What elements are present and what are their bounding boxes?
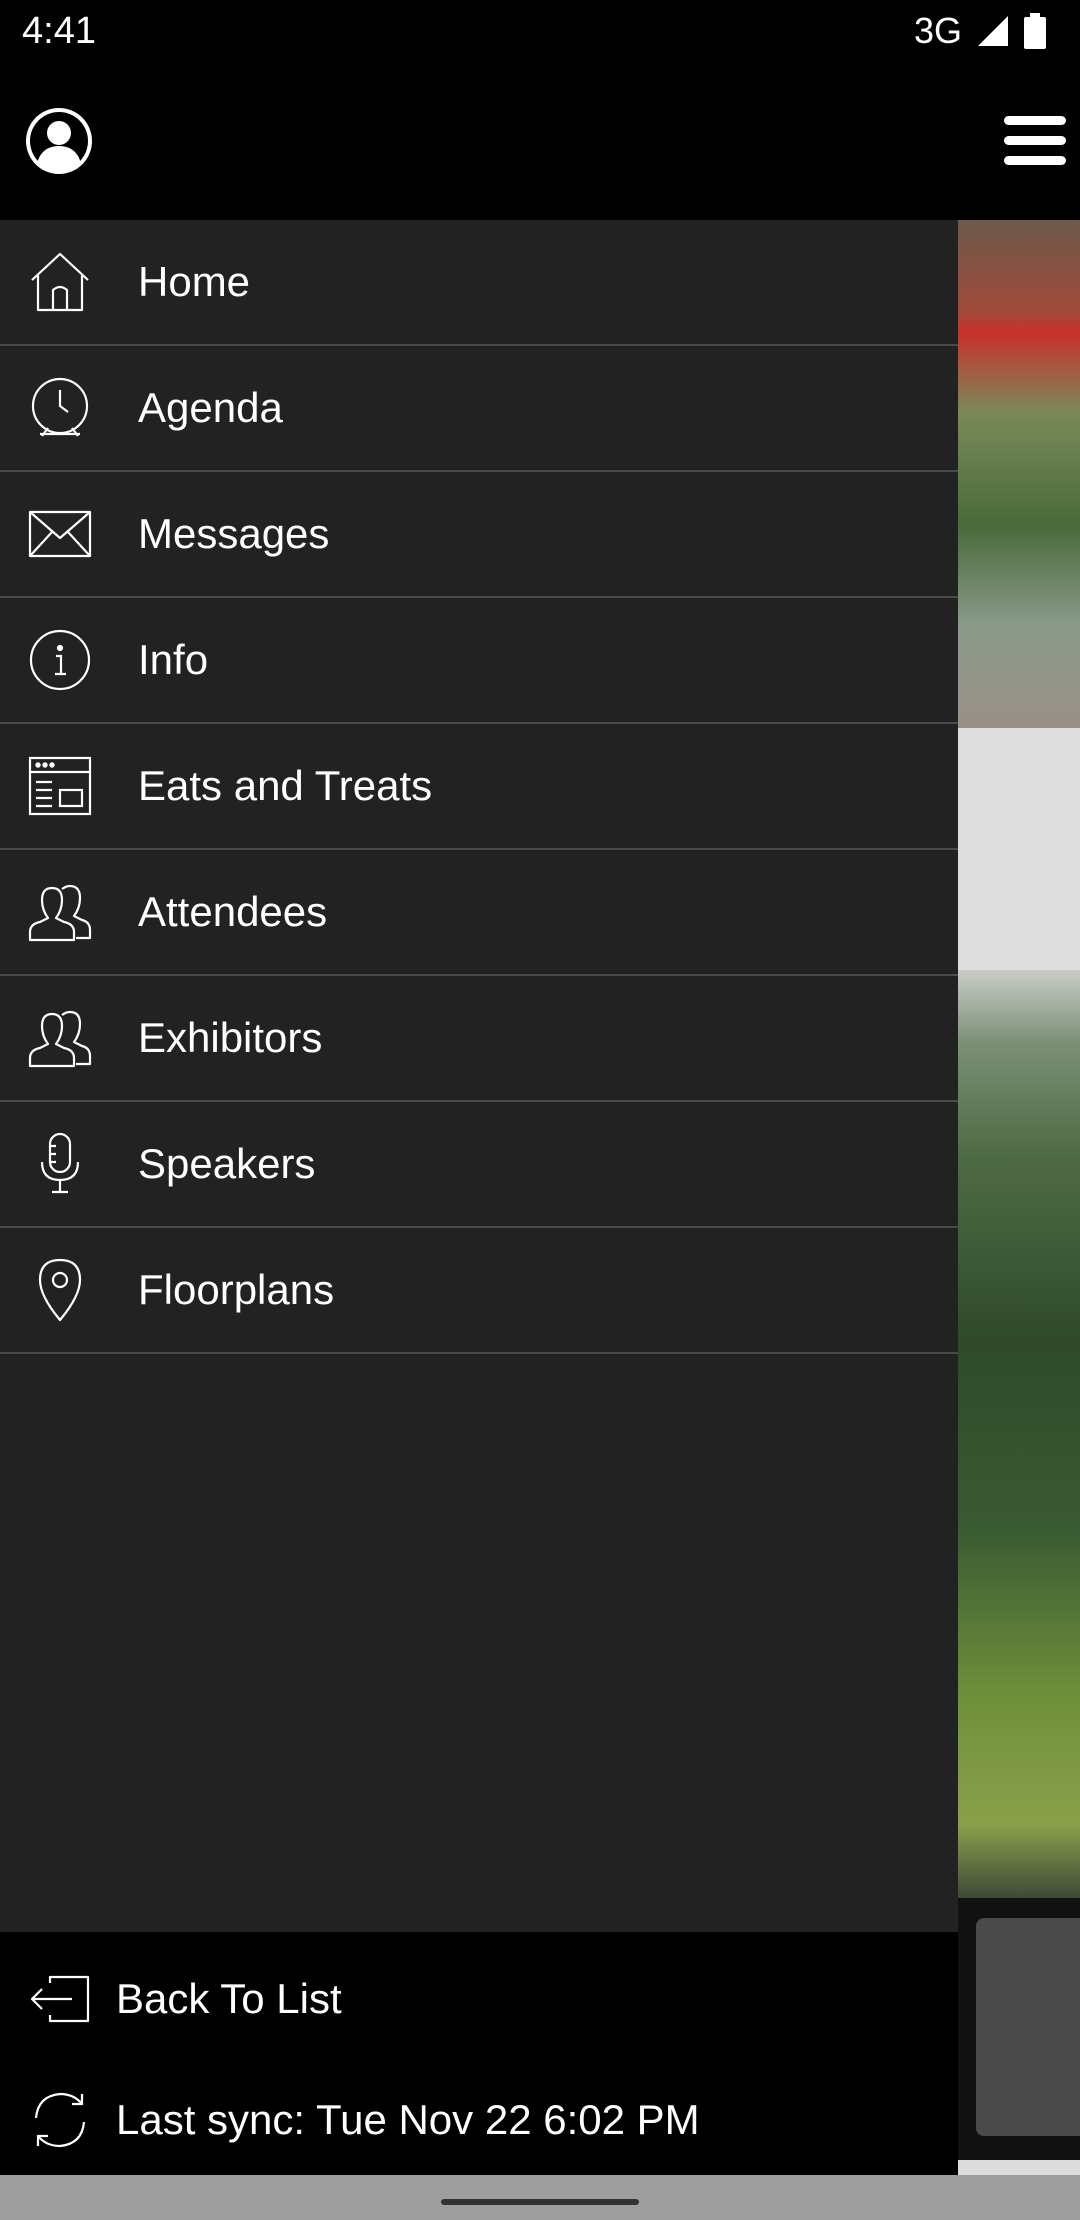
drawer-item-label: Eats and Treats bbox=[138, 762, 433, 809]
drawer-item-label: Speakers bbox=[138, 1140, 316, 1187]
menu-card-icon bbox=[28, 754, 92, 818]
drawer-item-label: Home bbox=[138, 258, 251, 305]
info-icon bbox=[28, 628, 92, 692]
people-icon bbox=[28, 1006, 92, 1070]
status-time: 4:41 bbox=[22, 10, 96, 52]
drawer-item-speakers[interactable]: Speakers bbox=[0, 1102, 958, 1228]
back-to-list-label: Back To List bbox=[116, 1975, 342, 2022]
people-icon bbox=[28, 880, 92, 944]
exit-icon bbox=[28, 1967, 92, 2031]
drawer-item-home[interactable]: Home bbox=[0, 220, 958, 346]
drawer-item-label: Messages bbox=[138, 510, 330, 557]
map-pin-icon bbox=[28, 1258, 92, 1322]
network-type: 3G bbox=[913, 10, 962, 51]
background-panel bbox=[958, 728, 1080, 970]
background-photo bbox=[958, 220, 1080, 728]
signal-icon bbox=[976, 14, 1010, 48]
last-sync-row[interactable]: Last sync: Tue Nov 22 6:02 PM bbox=[0, 2065, 958, 2175]
home-indicator[interactable] bbox=[441, 2199, 639, 2205]
background-content bbox=[958, 220, 1080, 2175]
drawer-footer: Back To List Last sync: Tue Nov 22 6:02 … bbox=[0, 1932, 958, 2175]
hamburger-menu-icon[interactable] bbox=[1002, 112, 1068, 170]
app-bar bbox=[0, 66, 1080, 220]
background-photo bbox=[958, 970, 1080, 1898]
navigation-drawer: Home Agenda Messages Info Eats and Treat… bbox=[0, 220, 958, 1932]
home-icon bbox=[28, 250, 92, 314]
drawer-item-agenda[interactable]: Agenda bbox=[0, 346, 958, 472]
battery-icon bbox=[1024, 13, 1046, 49]
drawer-item-label: Attendees bbox=[138, 888, 328, 935]
drawer-item-label: Info bbox=[138, 636, 209, 683]
drawer-item-label: Exhibitors bbox=[138, 1014, 323, 1061]
status-bar: 4:41 3G bbox=[0, 0, 1080, 66]
clock-icon bbox=[28, 376, 92, 440]
drawer-item-eats-and-treats[interactable]: Eats and Treats bbox=[0, 724, 958, 850]
drawer-item-label: Floorplans bbox=[138, 1266, 335, 1313]
drawer-item-exhibitors[interactable]: Exhibitors bbox=[0, 976, 958, 1102]
drawer-item-label: Agenda bbox=[138, 384, 283, 431]
drawer-item-info[interactable]: Info bbox=[0, 598, 958, 724]
back-to-list-button[interactable]: Back To List bbox=[0, 1944, 958, 2054]
drawer-item-attendees[interactable]: Attendees bbox=[0, 850, 958, 976]
last-sync-label: Last sync: Tue Nov 22 6:02 PM bbox=[116, 2096, 700, 2143]
envelope-icon bbox=[28, 502, 92, 566]
background-card bbox=[976, 1918, 1080, 2136]
drawer-item-messages[interactable]: Messages bbox=[0, 472, 958, 598]
microphone-icon bbox=[28, 1132, 92, 1196]
system-nav-bar bbox=[0, 2175, 1080, 2220]
drawer-item-floorplans[interactable]: Floorplans bbox=[0, 1228, 958, 1354]
sync-icon bbox=[28, 2088, 92, 2152]
status-icons: 3G bbox=[914, 10, 1046, 52]
user-avatar-icon[interactable] bbox=[24, 106, 94, 176]
